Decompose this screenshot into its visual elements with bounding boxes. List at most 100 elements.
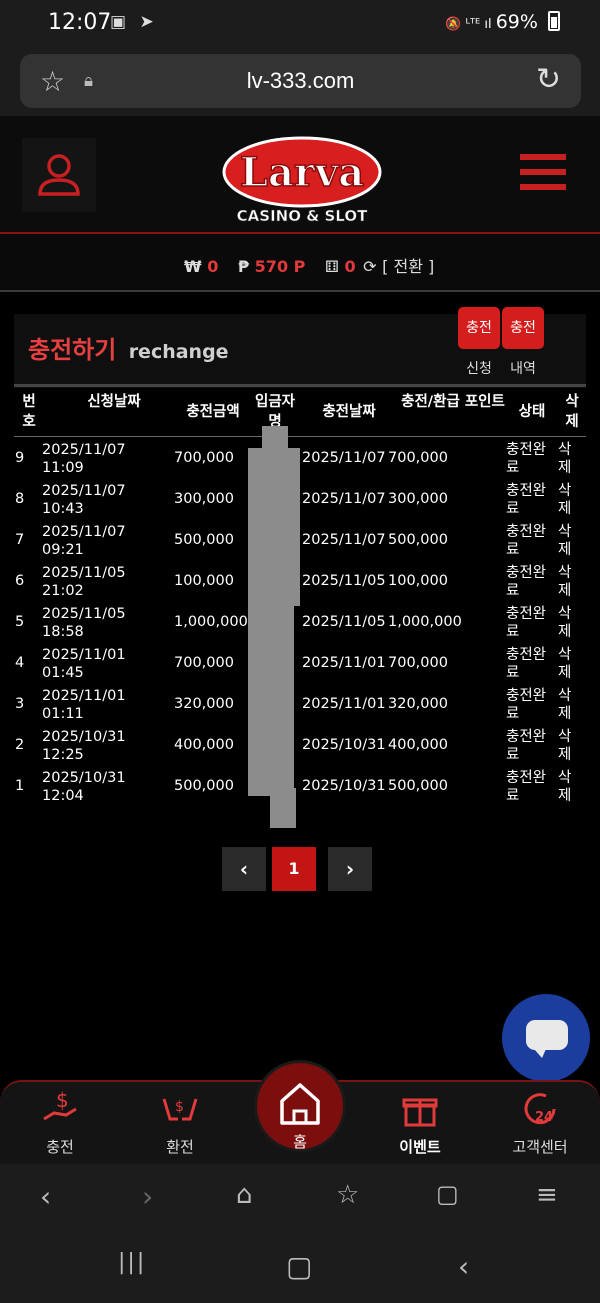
row-amount: 700,000 <box>174 450 234 466</box>
row-request-date: 2025/11/01 <box>42 647 126 663</box>
row-points: 500,000 <box>388 532 448 548</box>
browser-home-icon[interactable]: ⌂ <box>236 1180 253 1210</box>
page-1-button[interactable]: 1 <box>272 847 316 891</box>
prev-page-button[interactable]: ‹ <box>222 847 266 891</box>
larva-logo[interactable]: Larva CASINO & SLOT <box>220 124 382 226</box>
charge-apply-label[interactable]: 신청 <box>454 358 504 378</box>
won-icon: ₩ <box>184 257 202 276</box>
logo-subtext: CASINO & SLOT <box>237 207 368 225</box>
row-amount: 300,000 <box>174 491 234 507</box>
recharge-history-table: 번호 신청날짜 충전금액 입금자명 충전날짜 충전/환급 포인트 상태 삭제 9… <box>14 388 586 828</box>
row-request-time: 11:09 <box>42 460 84 476</box>
row-status: 충전완료 <box>506 647 547 681</box>
row-status: 충전완료 <box>506 770 547 804</box>
row-number: 6 <box>15 573 25 589</box>
row-delete[interactable]: 삭제 <box>558 564 576 600</box>
row-request-time: 21:02 <box>42 583 84 599</box>
row-number: 4 <box>15 655 25 671</box>
row-delete[interactable]: 삭제 <box>558 687 576 723</box>
row-charge-date: 2025/11/05 <box>302 614 386 630</box>
row-delete[interactable]: 삭제 <box>558 482 576 518</box>
redaction-block <box>248 606 294 796</box>
system-navigation-bar: ||| ▢ ‹ <box>0 1234 600 1303</box>
system-back-icon[interactable]: ‹ <box>458 1250 469 1283</box>
gift-icon <box>402 1098 438 1127</box>
table-row: 5 2025/11/05 18:58 1,000,000 2025/11/05 1,000… <box>14 601 586 642</box>
clock: 12:07 <box>48 10 112 35</box>
address-bar[interactable]: ☆ 🔒︎ lv-333.com ↻ <box>20 54 581 108</box>
dice-icon: ⚅ <box>324 257 339 276</box>
chip-balance: 0 <box>344 257 356 276</box>
row-request-date: 2025/11/07 <box>42 442 126 458</box>
reload-icon[interactable]: ↻ <box>536 62 561 97</box>
row-request-time: 10:43 <box>42 501 84 517</box>
row-number: 9 <box>15 450 25 466</box>
url-text[interactable]: lv-333.com <box>20 68 581 94</box>
next-page-button[interactable]: › <box>328 847 372 891</box>
profile-button[interactable] <box>22 138 96 212</box>
charge-hand-icon: $ <box>43 1089 77 1121</box>
table-row: 3 2025/11/01 01:11 320,000 2025/11/01 320,000… <box>14 683 586 724</box>
system-home-icon[interactable]: ▢ <box>286 1250 312 1283</box>
status-bar: 12:07 ▣ ➤ 🔕 ᴸᵀᴱ ıl 69% <box>0 0 600 48</box>
row-charge-date: 2025/11/07 <box>302 491 386 507</box>
table-row: 7 2025/11/07 09:21 500,000 2025/11/07 500,000… <box>14 519 586 560</box>
point-icon: ₱ <box>237 257 250 276</box>
point-balance: 570 P <box>254 257 306 276</box>
bookmarks-icon[interactable]: ☆ <box>336 1180 359 1210</box>
nav-support-label: 고객센터 <box>512 1138 568 1156</box>
row-delete[interactable]: 삭제 <box>558 605 576 641</box>
page-title-korean: 충전하기 <box>28 336 117 364</box>
back-icon[interactable]: ‹ <box>40 1180 51 1213</box>
charge-history-button[interactable]: 충전 <box>502 307 544 349</box>
row-request-date: 2025/11/01 <box>42 688 126 704</box>
row-request-time: 12:04 <box>42 788 84 804</box>
row-charge-date: 2025/10/31 <box>302 778 386 794</box>
row-delete[interactable]: 삭제 <box>558 441 576 477</box>
divider <box>14 384 586 387</box>
row-points: 700,000 <box>388 655 448 671</box>
row-delete[interactable]: 삭제 <box>558 523 576 559</box>
recent-apps-icon[interactable]: ||| <box>118 1250 146 1275</box>
system-indicators: 🔕 ᴸᵀᴱ ıl 69% <box>445 11 560 33</box>
row-amount: 700,000 <box>174 655 234 671</box>
chat-button[interactable] <box>502 994 590 1082</box>
refresh-icon[interactable]: ⟳ <box>363 257 376 276</box>
nav-event[interactable]: 이벤트 <box>370 1088 470 1157</box>
col-number: 번호 <box>22 394 36 430</box>
row-points: 500,000 <box>388 778 448 794</box>
row-request-date: 2025/11/05 <box>42 565 126 581</box>
nav-support[interactable]: 24 고객센터 <box>490 1088 590 1157</box>
charge-apply-button[interactable]: 충전 <box>458 307 500 349</box>
browser-menu-icon[interactable]: ≡ <box>536 1180 558 1210</box>
row-amount: 320,000 <box>174 696 234 712</box>
svg-text:$: $ <box>56 1089 69 1112</box>
row-status: 충전완료 <box>506 524 547 558</box>
hamburger-menu-icon[interactable] <box>520 154 566 194</box>
row-number: 3 <box>15 696 25 712</box>
forward-icon[interactable]: › <box>142 1180 153 1213</box>
row-delete[interactable]: 삭제 <box>558 728 576 764</box>
row-request-date: 2025/10/31 <box>42 729 126 745</box>
row-charge-date: 2025/11/01 <box>302 696 386 712</box>
row-points: 300,000 <box>388 491 448 507</box>
row-delete[interactable]: 삭제 <box>558 646 576 682</box>
table-row: 9 2025/11/07 11:09 700,000 2025/11/07 700,000… <box>14 437 586 478</box>
nav-charge[interactable]: $ 충전 <box>10 1088 110 1157</box>
row-charge-date: 2025/11/07 <box>302 450 386 466</box>
row-amount: 500,000 <box>174 778 234 794</box>
row-delete[interactable]: 삭제 <box>558 769 576 805</box>
table-row: 4 2025/11/01 01:45 700,000 2025/11/01 700,000… <box>14 642 586 683</box>
row-request-date: 2025/11/05 <box>42 606 126 622</box>
site-header: Larva CASINO & SLOT <box>0 116 600 234</box>
page-subtitle: rechange <box>128 341 229 363</box>
charge-history-label[interactable]: 내역 <box>498 358 548 378</box>
nav-exchange[interactable]: $ 환전 <box>130 1088 230 1157</box>
nav-event-label: 이벤트 <box>399 1138 441 1156</box>
row-request-date: 2025/10/31 <box>42 770 126 786</box>
nav-home[interactable]: 홈 <box>254 1060 346 1152</box>
nav-home-label: 홈 <box>293 1133 307 1151</box>
switch-button[interactable]: [ 전환 ] <box>382 257 434 276</box>
row-charge-date: 2025/11/07 <box>302 532 386 548</box>
tabs-icon[interactable]: ▢ <box>436 1180 459 1208</box>
